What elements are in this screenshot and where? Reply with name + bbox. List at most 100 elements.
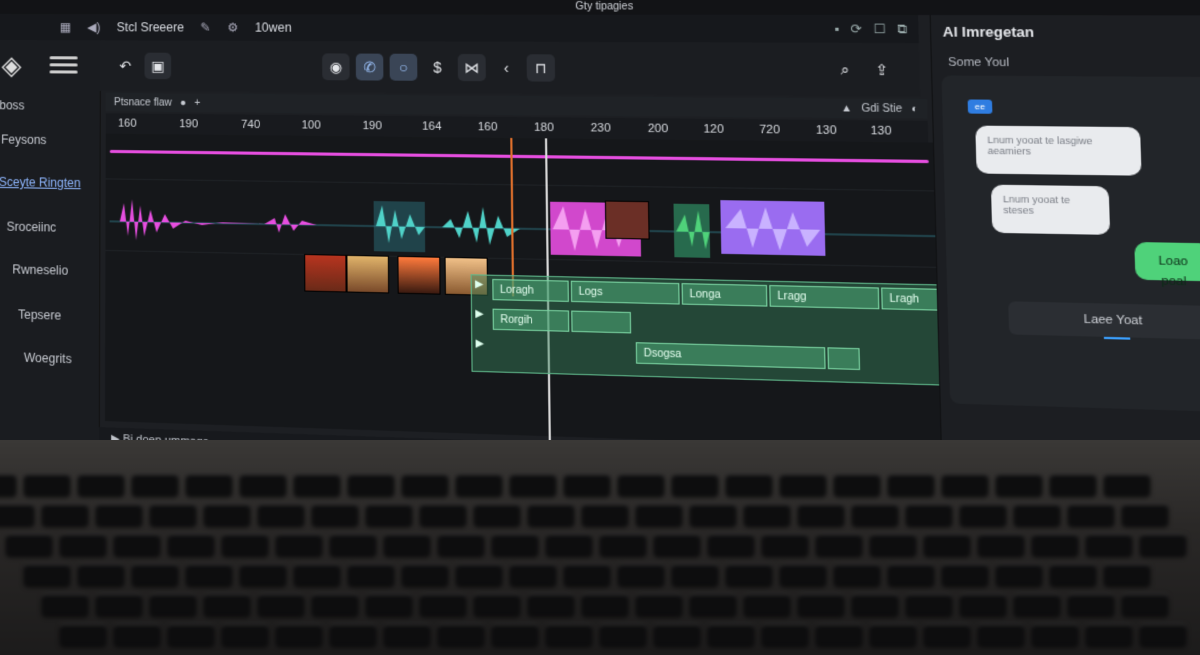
keyboard-key (420, 504, 466, 526)
maximize-icon[interactable]: ☐ (873, 21, 886, 37)
text-clip[interactable]: Rorgih (493, 309, 570, 332)
audio-waveforms[interactable] (110, 191, 948, 270)
sidebar-item-1[interactable]: Feysons (1, 132, 46, 147)
keyboard-key (1086, 624, 1132, 646)
keyboard-key (726, 564, 772, 586)
hamburger-menu-icon[interactable] (49, 52, 77, 77)
keyboard-key (1104, 474, 1150, 496)
triangle-up-icon[interactable]: ▲ (841, 102, 853, 114)
dollar-icon[interactable]: $ (424, 54, 452, 81)
settings-icon[interactable]: ⚙ (227, 20, 238, 34)
video-thumbnail[interactable] (346, 255, 389, 294)
user-chat-bubble: Loao poal (1134, 242, 1200, 281)
timeline[interactable]: ▶ ▶ ▶ Loragh Logs Longa Lragg Lragh Rorg… (105, 134, 948, 450)
keyboard-key (420, 594, 466, 616)
keyboard-key (546, 534, 592, 556)
refresh-icon[interactable]: ⟳ (850, 21, 862, 37)
video-thumbnail[interactable] (304, 254, 346, 293)
trim-icon[interactable]: ⊓ (527, 54, 556, 81)
keyboard-key (24, 564, 70, 586)
keyboard-key (690, 504, 736, 526)
keyboard-key (672, 474, 718, 496)
keyboard-key (654, 534, 700, 556)
keyboard-key (186, 564, 232, 586)
keyboard-key (942, 474, 988, 496)
window-title: Gty tipagies (0, 0, 1200, 15)
sidebar-item-5[interactable]: Tepsere (18, 307, 61, 322)
keyboard-key (618, 474, 664, 496)
keyboard-key (546, 624, 592, 646)
keyboard-key (402, 474, 448, 496)
keyboard-key (924, 624, 970, 646)
text-clip[interactable]: Lragg (769, 285, 879, 309)
keyboard-key (114, 624, 160, 646)
keyboard-key (942, 564, 988, 586)
keyboard-key (726, 474, 772, 496)
play-icon[interactable]: ▶ (475, 308, 483, 320)
keyboard-key (960, 594, 1006, 616)
keyboard-key (456, 474, 502, 496)
ruler-tick: 130 (816, 124, 837, 137)
sidebar-item-6[interactable]: Woegrits (24, 350, 72, 366)
grid-icon[interactable]: ▦ (60, 20, 71, 34)
rotate-icon[interactable]: ○ (390, 54, 418, 81)
keyboard-key (1014, 594, 1060, 616)
split-icon[interactable]: ⋈ (458, 54, 486, 81)
keyboard-key (1086, 534, 1132, 556)
keyboard-key (258, 504, 304, 526)
keyboard-key (582, 594, 628, 616)
phone-icon[interactable]: ✆ (356, 54, 384, 81)
sidebar-item-0[interactable]: boss (0, 98, 25, 112)
text-clip[interactable] (827, 347, 860, 370)
ruler-tick: 130 (870, 125, 891, 138)
chat-bubble: Lnum yooat te lasgiwe aeamiers (975, 126, 1141, 176)
record-icon[interactable]: ◉ (322, 53, 349, 80)
keyboard-key (168, 624, 214, 646)
keyboard-key (870, 534, 916, 556)
text-clip[interactable]: Logs (571, 281, 680, 305)
user-name[interactable]: 10wen (255, 20, 292, 34)
video-thumbnail[interactable] (397, 256, 440, 295)
add-icon[interactable]: + (194, 97, 200, 108)
search-icon[interactable]: ⌕ (830, 56, 860, 84)
keyboard-key (24, 474, 70, 496)
layout-icon[interactable]: ▣ (145, 53, 172, 80)
ai-panel: Al Imregetan ✕ Some Youl ee Lnum yooat t… (930, 15, 1200, 463)
keyboard-key (1122, 594, 1168, 616)
chevron-left-icon[interactable]: ‹ (492, 54, 520, 81)
sidebar-item-3[interactable]: Sroceiinc (7, 220, 57, 235)
sidebar-item-4[interactable]: Rwneselio (12, 262, 68, 278)
play-icon[interactable]: ▶ (475, 279, 483, 291)
ruler-tick: 190 (179, 118, 198, 130)
minimize-icon[interactable]: ▪ (834, 21, 839, 37)
keyboard-key (456, 564, 502, 586)
text-clip[interactable]: Longa (682, 283, 768, 307)
keyboard-key (906, 594, 952, 616)
sidebar-item-2[interactable]: Sceyte Ringten (0, 175, 81, 190)
keyboard-key (204, 504, 250, 526)
speaker-icon[interactable]: ◀) (87, 20, 100, 34)
keyboard-key (978, 624, 1024, 646)
keyboard-key (1140, 624, 1186, 646)
keyboard-key (564, 474, 610, 496)
keyboard-key (600, 534, 646, 556)
export-icon[interactable]: ⇪ (866, 56, 896, 84)
track-header-right: ▲ Gdi Stie ◐ (841, 102, 928, 115)
keyboard-key (1014, 504, 1060, 526)
dot-icon[interactable]: ● (180, 97, 186, 108)
pen-icon[interactable]: ✎ (200, 20, 210, 34)
text-clip[interactable] (571, 311, 631, 334)
undo-icon[interactable]: ↶ (112, 53, 138, 79)
text-clip[interactable]: Dsogsa (636, 342, 826, 369)
chat-input[interactable]: Laee Yoat (1008, 301, 1200, 339)
eye-icon[interactable]: ◐ (911, 103, 918, 115)
keyboard-key (78, 474, 124, 496)
keyboard-key (798, 594, 844, 616)
keyboard-key (780, 564, 826, 586)
text-clip[interactable]: Loragh (492, 279, 569, 302)
ai-panel-subtitle: Some Youl (948, 56, 1009, 69)
project-name[interactable]: Stcl Sreeere (117, 20, 184, 34)
copy-icon[interactable]: ⧉ (897, 21, 907, 37)
video-thumbnail[interactable] (605, 200, 650, 239)
play-icon[interactable]: ▶ (476, 338, 484, 350)
